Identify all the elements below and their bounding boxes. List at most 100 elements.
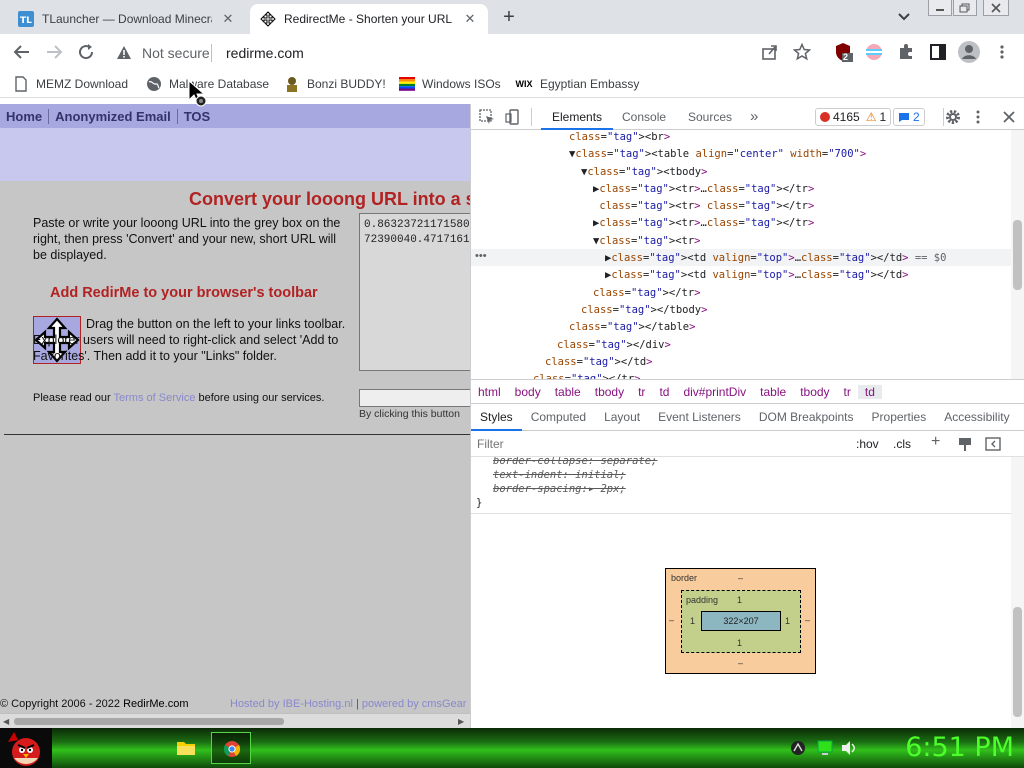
dom-node-line[interactable]: class="tag"></tr> (471, 371, 946, 379)
dom-node-line[interactable]: class="tag"></td> (471, 354, 946, 371)
dom-node-line[interactable]: ▼class="tag"><table align="center" width… (471, 146, 946, 163)
close-icon[interactable]: ✕ (220, 11, 236, 27)
dom-node-line[interactable]: class="tag"></div> (471, 337, 946, 354)
styles-tab[interactable]: Accessibility (935, 404, 1018, 431)
copyright-site[interactable]: RedirMe.com (123, 698, 188, 710)
bookmark-egyptian-embassy[interactable]: WIX Egyptian Embassy (515, 75, 640, 93)
styles-tab[interactable]: Properties (863, 404, 936, 431)
dom-node-line[interactable]: ▶class="tag"><tr>…class="tag"></tr> (471, 215, 946, 232)
breadcrumb-item[interactable]: td (857, 384, 882, 399)
styles-tab[interactable]: DOM Breakpoints (750, 404, 863, 431)
nav-home[interactable]: Home (0, 108, 50, 124)
messages-counter[interactable]: 2 (893, 108, 925, 126)
dom-scrollbar[interactable] (1011, 130, 1024, 379)
breadcrumb-item[interactable]: table (753, 385, 793, 399)
bookmark-windows-isos[interactable]: Windows ISOs (399, 75, 501, 93)
breadcrumb-item[interactable]: tbody (588, 385, 631, 399)
star-icon[interactable] (791, 41, 813, 63)
dom-node-line[interactable]: class="tag"><br> (471, 130, 946, 146)
class-toggle[interactable]: .cls (893, 437, 911, 451)
monitor-icon[interactable] (816, 739, 834, 757)
paint-icon[interactable] (957, 436, 973, 452)
breadcrumb-item[interactable]: tbody (793, 385, 836, 399)
scroll-left-arrow[interactable]: ◀ (3, 717, 9, 726)
styles-tab[interactable]: Styles (471, 404, 522, 431)
box-model-border[interactable]: border – – – – padding 1 1 1 1 322×207 (665, 568, 816, 674)
dom-node-line[interactable]: class="tag"><tr> class="tag"></tr> (471, 198, 946, 215)
clock[interactable]: 6:51 PM (905, 732, 1014, 763)
puzzle-icon[interactable] (895, 41, 917, 63)
kebab-menu-icon[interactable] (975, 109, 983, 125)
css-property[interactable]: text-indent: initial; (493, 468, 626, 482)
breadcrumb-item[interactable]: tr (837, 385, 858, 399)
styles-tab[interactable]: Computed (522, 404, 595, 431)
gear-icon[interactable] (945, 109, 961, 125)
styles-tab[interactable]: Layout (595, 404, 649, 431)
tab-tlauncher[interactable]: TL TLauncher — Download Minecra ✕ (8, 4, 246, 34)
short-url-field[interactable] (359, 389, 470, 407)
filter-input[interactable] (477, 436, 817, 452)
hosted-by-link[interactable]: Hosted by IBE-Hosting.nl (230, 698, 353, 710)
scroll-right-arrow[interactable]: ▶ (458, 717, 464, 726)
css-property[interactable]: border-spacing:▸ 2px; (493, 482, 626, 496)
back-button[interactable] (11, 41, 33, 63)
ublock-extension-icon[interactable]: 2 (832, 41, 854, 63)
nav-anonymized-email[interactable]: Anonymized Email (49, 108, 178, 124)
box-model-padding[interactable]: padding 1 1 1 1 322×207 (681, 590, 801, 653)
dom-node-line[interactable]: ▶class="tag"><tr>…class="tag"></tr> (471, 181, 946, 198)
issues-counter[interactable]: 4165 ⚠ 1 (815, 108, 892, 126)
close-window-button[interactable] (983, 0, 1009, 16)
chevron-down-icon[interactable] (896, 10, 912, 24)
dom-node-line[interactable]: class="tag"></tr> (471, 285, 946, 302)
flag-extension-icon[interactable] (863, 41, 885, 63)
css-property[interactable]: border-collapse: separate; (493, 457, 657, 468)
folder-icon[interactable] (176, 738, 196, 758)
hover-toggle[interactable]: :hov (856, 437, 879, 451)
network-icon[interactable] (790, 740, 806, 756)
chrome-taskbar-button[interactable] (211, 732, 251, 764)
tab-sources[interactable]: Sources (677, 104, 743, 130)
tab-console[interactable]: Console (611, 104, 677, 130)
dom-node-line[interactable]: ▶class="tag"><td valign="top">…class="ta… (471, 267, 946, 284)
dom-node-line[interactable]: ▶class="tag"><td valign="top">…class="ta… (471, 250, 946, 267)
new-tab-button[interactable]: + (498, 6, 520, 28)
tab-elements[interactable]: Elements (541, 104, 614, 130)
inspect-icon[interactable] (479, 109, 495, 125)
scrollbar-thumb[interactable] (1013, 607, 1022, 717)
box-model-content[interactable]: 322×207 (701, 611, 781, 631)
volume-icon[interactable] (840, 739, 858, 757)
add-rule-icon[interactable]: + (931, 433, 940, 451)
breadcrumb-item[interactable]: body (508, 385, 548, 399)
bookmark-memz[interactable]: MEMZ Download (13, 75, 128, 93)
nav-tos[interactable]: TOS (178, 109, 217, 124)
bookmark-bonzi-buddy[interactable]: Bonzi BUDDY! (284, 75, 386, 93)
sidebar-toggle-icon[interactable] (985, 436, 1001, 452)
breadcrumb-item[interactable]: div#printDiv (676, 385, 753, 399)
reload-button[interactable] (75, 41, 97, 63)
url-input-box[interactable]: 0.86323721171580 72390040.4717161 (359, 213, 470, 371)
warning-icon[interactable] (116, 45, 132, 61)
maximize-button[interactable] (953, 0, 977, 16)
url-text[interactable]: redirme.com (226, 45, 304, 61)
more-tabs-button[interactable]: » (739, 104, 769, 130)
scrollbar-thumb[interactable] (14, 718, 284, 725)
horizontal-scrollbar[interactable]: ◀ ▶ (0, 713, 470, 728)
side-panel-icon[interactable] (927, 41, 949, 63)
styles-scrollbar[interactable] (1011, 457, 1024, 728)
scrollbar-thumb[interactable] (1013, 220, 1022, 290)
close-icon[interactable]: ✕ (462, 11, 478, 27)
minimize-button[interactable] (928, 0, 952, 16)
dom-node-line[interactable]: class="tag"></tbody> (471, 302, 946, 319)
kebab-menu-icon[interactable] (991, 41, 1013, 63)
breadcrumb-item[interactable]: td (652, 385, 676, 399)
breadcrumb-item[interactable]: tr (631, 385, 652, 399)
close-icon[interactable] (1001, 109, 1017, 125)
forward-button[interactable] (43, 41, 65, 63)
styles-tab[interactable]: Event Listeners (649, 404, 750, 431)
dom-node-line[interactable]: ▼class="tag"><tr> (471, 233, 946, 250)
powered-by-link[interactable]: powered by cmsGear (362, 698, 467, 710)
share-icon[interactable] (759, 41, 781, 63)
breadcrumb-item[interactable]: table (548, 385, 588, 399)
breadcrumb-item[interactable]: html (471, 385, 508, 399)
start-button[interactable] (0, 728, 52, 768)
